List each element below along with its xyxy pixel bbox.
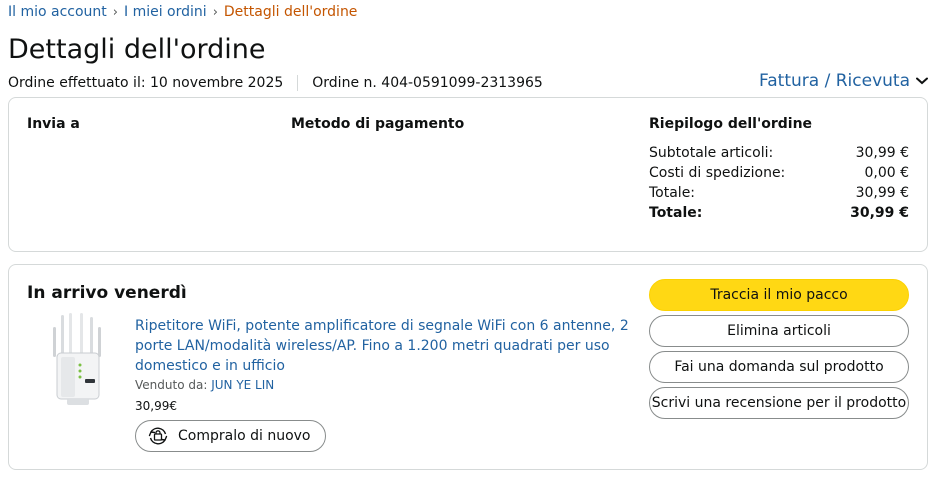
buy-again-button[interactable]: Compralo di nuovo xyxy=(135,420,326,452)
order-meta: Ordine effettuato il: 10 novembre 2025 O… xyxy=(8,75,543,91)
summary-label: Totale: xyxy=(649,185,696,201)
payment-method-heading: Metodo di pagamento xyxy=(291,116,465,132)
divider xyxy=(297,75,299,91)
order-actions: Traccia il mio pacco Elimina articoli Fa… xyxy=(649,279,909,423)
summary-row-subtotal: Subtotale articoli: 30,99 € xyxy=(649,144,909,164)
buy-again-label: Compralo di nuovo xyxy=(178,428,311,444)
summary-label: Totale: xyxy=(649,205,703,221)
ask-question-button[interactable]: Fai una domanda sul prodotto xyxy=(649,351,909,383)
product-price: 30,99€ xyxy=(135,399,177,413)
breadcrumb-my-orders[interactable]: I miei ordini xyxy=(124,4,207,20)
summary-value: 30,99 € xyxy=(855,145,909,161)
summary-row-total: Totale: 30,99 € xyxy=(649,184,909,204)
write-review-button[interactable]: Scrivi una recensione per il prodotto xyxy=(649,387,909,419)
summary-label: Subtotale articoli: xyxy=(649,145,774,161)
track-package-button[interactable]: Traccia il mio pacco xyxy=(649,279,909,311)
breadcrumb-my-account[interactable]: Il mio account xyxy=(8,4,107,20)
summary-value: 30,99 € xyxy=(850,205,909,221)
order-summary-heading: Riepilogo dell'ordine xyxy=(649,116,813,132)
delete-items-button[interactable]: Elimina articoli xyxy=(649,315,909,347)
product-title-link[interactable]: Ripetitore WiFi, potente amplificatore d… xyxy=(135,316,635,376)
ship-to-heading: Invia a xyxy=(27,116,80,132)
buy-again-icon xyxy=(148,427,168,445)
chevron-down-icon xyxy=(916,77,928,85)
page-title: Dettagli dell'ordine xyxy=(8,34,266,65)
breadcrumb: Il mio account › I miei ordini › Dettagl… xyxy=(8,4,357,20)
breadcrumb-current: Dettagli dell'ordine xyxy=(223,4,358,20)
arrival-status: In arrivo venerdì xyxy=(27,283,187,303)
summary-label: Costi di spedizione: xyxy=(649,165,786,181)
order-summary-box: Invia a Metodo di pagamento Riepilogo de… xyxy=(8,97,928,252)
seller-info: Venduto da: JUN YE LIN xyxy=(135,378,274,392)
order-date: Ordine effettuato il: 10 novembre 2025 xyxy=(8,75,284,91)
invoice-label: Fattura / Ricevuta xyxy=(759,71,910,91)
summary-row-grand-total: Totale: 30,99 € xyxy=(649,204,909,224)
seller-link[interactable]: JUN YE LIN xyxy=(211,378,274,392)
summary-row-shipping: Costi di spedizione: 0,00 € xyxy=(649,164,909,184)
sold-by-label: Venduto da: xyxy=(135,378,208,392)
breadcrumb-separator: › xyxy=(112,4,118,20)
summary-value: 30,99 € xyxy=(855,185,909,201)
summary-rows: Subtotale articoli: 30,99 € Costi di spe… xyxy=(649,144,909,224)
wifi-repeater-image[interactable] xyxy=(47,313,107,407)
shipment-box: In arrivo venerdì Ripetitore WiFi, poten… xyxy=(8,264,928,470)
summary-value: 0,00 € xyxy=(864,165,909,181)
breadcrumb-separator: › xyxy=(212,4,218,20)
invoice-dropdown[interactable]: Fattura / Ricevuta xyxy=(759,71,928,91)
order-number: Ordine n. 404-0591099-2313965 xyxy=(312,75,543,91)
